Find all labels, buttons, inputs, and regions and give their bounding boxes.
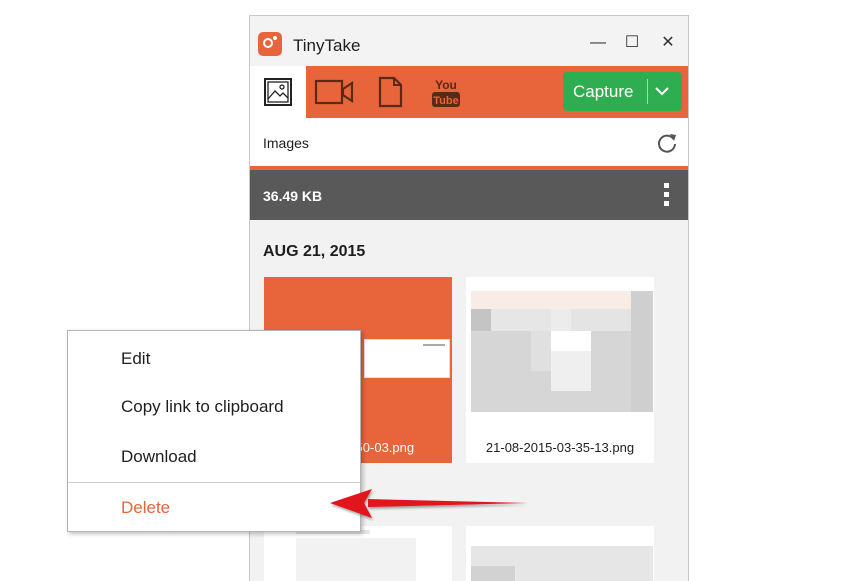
annotation-arrow-icon [330, 489, 528, 518]
